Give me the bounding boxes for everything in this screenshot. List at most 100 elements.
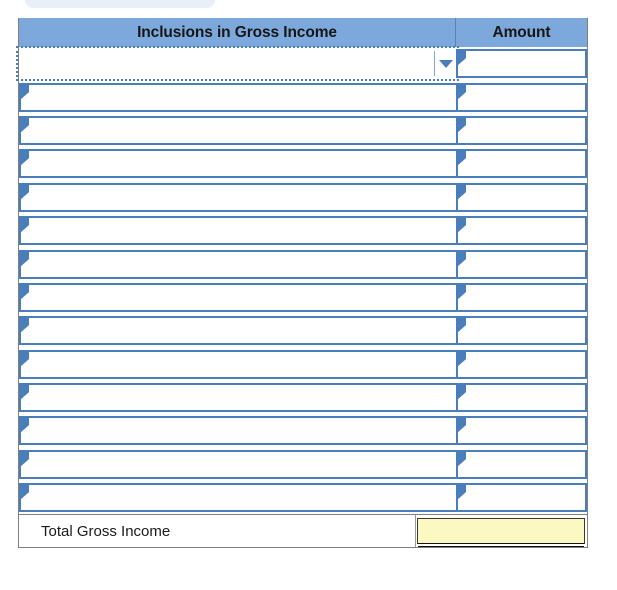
triangle-right-icon: [21, 218, 29, 233]
description-select-row-14[interactable]: [19, 483, 456, 513]
triangle-right-icon: [21, 284, 29, 299]
worksheet-row: [19, 181, 587, 214]
amount-cell: [456, 416, 587, 446]
description-cell: [19, 82, 456, 112]
amount-select-row-13[interactable]: [456, 449, 587, 479]
gross-income-worksheet: Inclusions in Gross Income Amount Total …: [16, 18, 588, 549]
triangle-right-icon: [21, 84, 29, 99]
description-select-row-8[interactable]: [19, 282, 456, 312]
worksheet-row: [19, 414, 587, 447]
description-cell: [19, 349, 456, 379]
triangle-right-icon: [21, 151, 29, 166]
description-cell: [16, 46, 459, 82]
amount-select-row-8[interactable]: [456, 282, 587, 312]
column-header-amount: Amount: [492, 23, 551, 41]
triangle-right-icon: [458, 251, 466, 266]
worksheet-row: [19, 247, 587, 280]
chevron-down-icon[interactable]: [434, 51, 456, 77]
triangle-right-icon: [21, 451, 29, 466]
triangle-right-icon: [458, 117, 466, 132]
amount-cell: [456, 483, 587, 513]
description-select-row-4[interactable]: [19, 149, 456, 179]
amount-select-row-6[interactable]: [456, 216, 587, 246]
worksheet-row: [19, 214, 587, 247]
description-select-row-5[interactable]: [19, 182, 456, 212]
caret-glyph: [438, 59, 453, 68]
worksheet-row: [19, 80, 587, 113]
description-select-row-11[interactable]: [19, 383, 456, 413]
triangle-right-icon: [458, 184, 466, 199]
description-select-row-2[interactable]: [19, 82, 456, 112]
triangle-right-icon: [21, 184, 29, 199]
description-select-row-13[interactable]: [19, 449, 456, 479]
description-select-row-10[interactable]: [19, 349, 456, 379]
worksheet-screen: Inclusions in Gross Income Amount Total …: [0, 0, 617, 590]
amount-cell: [456, 149, 587, 179]
amount-select-row-14[interactable]: [456, 483, 587, 513]
amount-cell: [456, 449, 587, 479]
description-cell: [19, 416, 456, 446]
amount-cell: [456, 282, 587, 312]
total-row: Total Gross Income: [18, 514, 588, 549]
amount-cell: [456, 349, 587, 379]
description-select-row-3[interactable]: [19, 115, 456, 145]
triangle-right-icon: [458, 284, 466, 299]
amount-cell: [456, 216, 587, 246]
description-cell: [19, 282, 456, 312]
description-select-row-6[interactable]: [19, 216, 456, 246]
description-cell: [19, 483, 456, 513]
amount-cell: [456, 383, 587, 413]
triangle-right-icon: [458, 84, 466, 99]
description-cell: [19, 449, 456, 479]
description-select-row-12[interactable]: [19, 416, 456, 446]
triangle-right-icon: [458, 218, 466, 233]
description-cell: [19, 182, 456, 212]
description-cell: [19, 316, 456, 346]
amount-select-row-1[interactable]: [456, 49, 587, 79]
description-select-row-7[interactable]: [19, 249, 456, 279]
triangle-right-icon: [458, 51, 466, 66]
worksheet-row: [19, 481, 587, 514]
description-select-row-1[interactable]: [16, 46, 459, 82]
description-cell: [19, 149, 456, 179]
triangle-right-icon: [21, 117, 29, 132]
triangle-right-icon: [21, 318, 29, 333]
triangle-right-icon: [21, 385, 29, 400]
amount-select-row-3[interactable]: [456, 115, 587, 145]
description-cell: [19, 115, 456, 145]
worksheet-header-row: Inclusions in Gross Income Amount: [18, 18, 588, 47]
amount-select-row-2[interactable]: [456, 82, 587, 112]
amount-cell: [456, 249, 587, 279]
triangle-right-icon: [458, 385, 466, 400]
triangle-right-icon: [458, 151, 466, 166]
worksheet-row: [19, 381, 587, 414]
triangle-right-icon: [21, 418, 29, 433]
total-amount-cell: [416, 515, 587, 547]
amount-cell: [456, 49, 587, 79]
clipped-pill-decoration: [25, 0, 215, 8]
amount-select-row-5[interactable]: [456, 182, 587, 212]
column-header-description: Inclusions in Gross Income: [19, 18, 456, 47]
worksheet-row: [16, 46, 587, 82]
description-cell: [19, 383, 456, 413]
worksheet-row: [19, 281, 587, 314]
total-label: Total Gross Income: [19, 515, 416, 548]
worksheet-body: [16, 46, 588, 515]
amount-select-row-11[interactable]: [456, 383, 587, 413]
description-select-row-9[interactable]: [19, 316, 456, 346]
triangle-right-icon: [458, 318, 466, 333]
worksheet-row: [19, 448, 587, 481]
total-amount-input[interactable]: [416, 518, 585, 545]
amount-select-row-4[interactable]: [456, 149, 587, 179]
triangle-right-icon: [458, 418, 466, 433]
amount-select-row-9[interactable]: [456, 316, 587, 346]
amount-select-row-12[interactable]: [456, 416, 587, 446]
amount-select-row-7[interactable]: [456, 249, 587, 279]
amount-cell: [456, 82, 587, 112]
worksheet-row: [19, 314, 587, 347]
triangle-right-icon: [458, 451, 466, 466]
worksheet-row: [19, 114, 587, 147]
amount-cell: [456, 115, 587, 145]
amount-select-row-10[interactable]: [456, 349, 587, 379]
worksheet-row: [19, 147, 587, 180]
